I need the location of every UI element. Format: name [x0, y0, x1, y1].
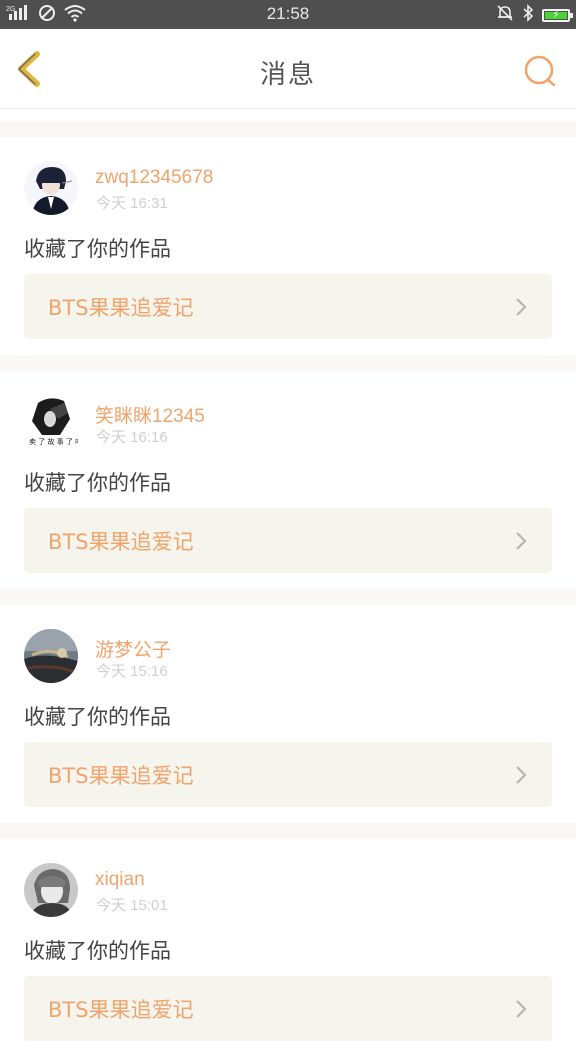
list-divider — [0, 355, 576, 371]
message-item: 卖 了 故 事 了 吧 笑眯眯12345 今天 16:16 收藏了你的作品 BT… — [0, 371, 576, 589]
message-item: zwq12345678 今天 16:31 收藏了你的作品 BTS果果追爱记 — [0, 137, 576, 355]
status-time: 21:58 — [266, 4, 310, 23]
list-divider — [0, 589, 576, 605]
page-title: 消息 — [259, 60, 316, 90]
charging-icon: ⚡ — [552, 7, 560, 21]
timestamp: 今天 16:31 — [96, 195, 168, 212]
status-bar: 2G 21:58 ⚡ — [0, 0, 576, 29]
action-text: 收藏了你的作品 — [24, 237, 171, 261]
avatar[interactable] — [24, 863, 78, 917]
bluetooth-icon — [521, 4, 535, 26]
work-title: BTS果果追爱记 — [48, 998, 194, 1022]
username[interactable]: 笑眯眯12345 — [95, 401, 205, 428]
timestamp: 今天 15:16 — [96, 663, 168, 680]
work-title: BTS果果追爱记 — [48, 530, 194, 554]
action-text: 收藏了你的作品 — [24, 471, 171, 495]
muted-bell-icon — [496, 4, 514, 26]
search-button[interactable] — [522, 53, 558, 89]
list-divider — [0, 823, 576, 839]
work-link-button[interactable]: BTS果果追爱记 — [24, 742, 552, 807]
action-text: 收藏了你的作品 — [24, 705, 171, 729]
list-divider — [0, 121, 576, 137]
search-icon — [524, 55, 556, 87]
message-item: 游梦公子 今天 15:16 收藏了你的作品 BTS果果追爱记 — [0, 605, 576, 823]
work-link-button[interactable]: BTS果果追爱记 — [24, 976, 552, 1041]
work-link-button[interactable]: BTS果果追爱记 — [24, 508, 552, 573]
chevron-right-icon — [516, 766, 527, 784]
avatar[interactable] — [24, 161, 78, 215]
username[interactable]: 游梦公子 — [95, 635, 171, 662]
message-item: xiqian 今天 15:01 收藏了你的作品 BTS果果追爱记 — [0, 839, 576, 1057]
timestamp: 今天 16:16 — [96, 429, 168, 446]
chevron-right-icon — [516, 1000, 527, 1018]
avatar[interactable]: 卖 了 故 事 了 吧 — [24, 395, 78, 449]
username[interactable]: zwq12345678 — [95, 167, 213, 189]
battery-icon: ⚡ — [542, 7, 573, 22]
avatar[interactable] — [24, 629, 78, 683]
chevron-right-icon — [516, 532, 527, 550]
message-list: zwq12345678 今天 16:31 收藏了你的作品 BTS果果追爱记 卖 … — [0, 109, 576, 1057]
chevron-right-icon — [516, 298, 527, 316]
svg-text:卖 了 故 事 了 吧: 卖 了 故 事 了 吧 — [29, 437, 78, 446]
work-title: BTS果果追爱记 — [48, 764, 194, 788]
username[interactable]: xiqian — [95, 869, 145, 891]
work-link-button[interactable]: BTS果果追爱记 — [24, 274, 552, 339]
work-title: BTS果果追爱记 — [48, 296, 194, 320]
timestamp: 今天 15:01 — [96, 897, 168, 914]
app-header: 消息 — [0, 29, 576, 109]
action-text: 收藏了你的作品 — [24, 939, 171, 963]
status-right: ⚡ — [496, 4, 573, 26]
